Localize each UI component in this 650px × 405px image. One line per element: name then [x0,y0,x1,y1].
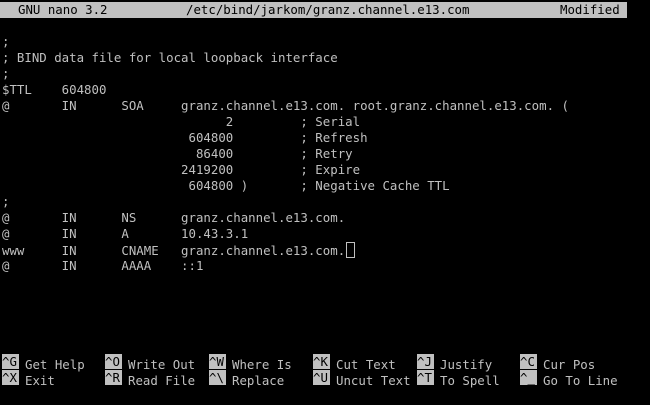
shortcut-label: To Spell [440,373,500,388]
editor-line-text[interactable]: www IN CNAME granz.channel.e13.com. [2,243,345,258]
editor-line[interactable]: 604800 ; Refresh [2,130,367,146]
editor-line[interactable]: 604800 ) ; Negative Cache TTL [2,178,449,194]
shortcut-key: ^W [209,354,226,369]
editor-line[interactable]: ; [2,34,9,50]
editor-line[interactable]: @ IN NS granz.channel.e13.com. [2,210,345,226]
editor-line[interactable]: 86400 ; Retry [2,146,353,162]
shortcut-key: ^G [2,354,19,369]
shortcut-key: ^U [313,370,330,385]
shortcut-read-file[interactable]: ^R Read File [105,370,195,389]
shortcut-go-to-line[interactable]: ^_ Go To Line [520,370,618,389]
shortcut-uncut-text[interactable]: ^U Uncut Text [313,370,411,389]
shortcut-label: Go To Line [543,373,618,388]
editor-line[interactable]: @ IN A 10.43.3.1 [2,226,248,242]
shortcut-row-2: ^X Exit ^R Read File ^\ Replace ^U Uncut Tex… [0,370,650,389]
editor-line[interactable]: $TTL 604800 [2,82,106,98]
editor-line[interactable]: @ IN AAAA ::1 [2,258,203,274]
shortcut-label: Replace [232,373,285,388]
shortcut-key: ^_ [520,370,537,385]
shortcut-key: ^R [105,370,122,385]
shortcut-label: Read File [128,373,196,388]
shortcut-key: ^X [2,370,19,385]
shortcut-key: ^J [417,354,434,369]
shortcut-exit[interactable]: ^X Exit [2,370,55,389]
shortcut-key: ^K [313,354,330,369]
shortcut-replace[interactable]: ^\ Replace [209,370,284,389]
editor-line[interactable]: ; BIND data file for local loopback inte… [2,50,338,66]
editor-line[interactable]: 2 ; Serial [2,114,360,130]
file-path: /etc/bind/jarkom/granz.channel.e13.com [186,2,470,17]
shortcut-label: Uncut Text [336,373,411,388]
editor-line-with-cursor[interactable]: www IN CNAME granz.channel.e13.com. [2,242,356,258]
shortcut-key: ^C [520,354,537,369]
shortcut-label: Exit [25,373,55,388]
shortcut-row-1: ^G Get Help ^O Write Out ^W Where Is ^K Cut … [0,354,650,372]
editor-line[interactable]: ; [2,66,9,82]
title-bar: GNU nano 3.2 /etc/bind/jarkom/granz.chan… [0,2,627,18]
text-cursor [346,242,356,258]
editor-line[interactable]: @ IN SOA granz.channel.e13.com. root.gra… [2,98,569,114]
editor-line[interactable]: ; [2,194,9,210]
app-name: GNU nano 3.2 [18,2,108,17]
shortcut-to-spell[interactable]: ^T To Spell [417,370,500,389]
editor-line[interactable]: 2419200 ; Expire [2,162,360,178]
modified-status: Modified [560,2,620,17]
shortcut-key: ^T [417,370,434,385]
shortcut-key: ^\ [209,370,226,385]
shortcut-key: ^O [105,354,122,369]
